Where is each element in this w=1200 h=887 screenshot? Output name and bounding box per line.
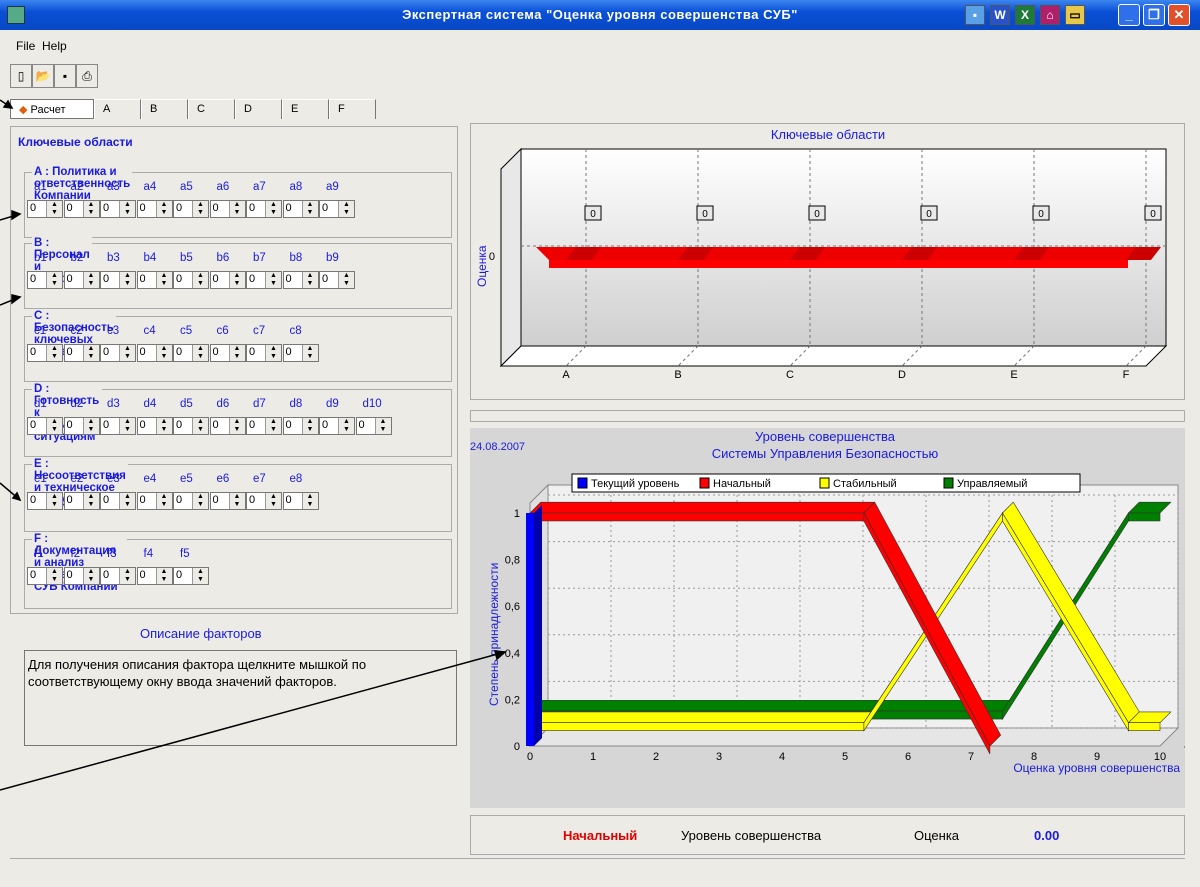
arrowhead xyxy=(494,650,507,661)
arrowhead xyxy=(11,294,22,305)
annotation-arrows xyxy=(0,99,507,791)
arrow-description xyxy=(0,651,506,791)
arrowhead xyxy=(11,209,22,221)
arrowhead xyxy=(2,99,14,109)
